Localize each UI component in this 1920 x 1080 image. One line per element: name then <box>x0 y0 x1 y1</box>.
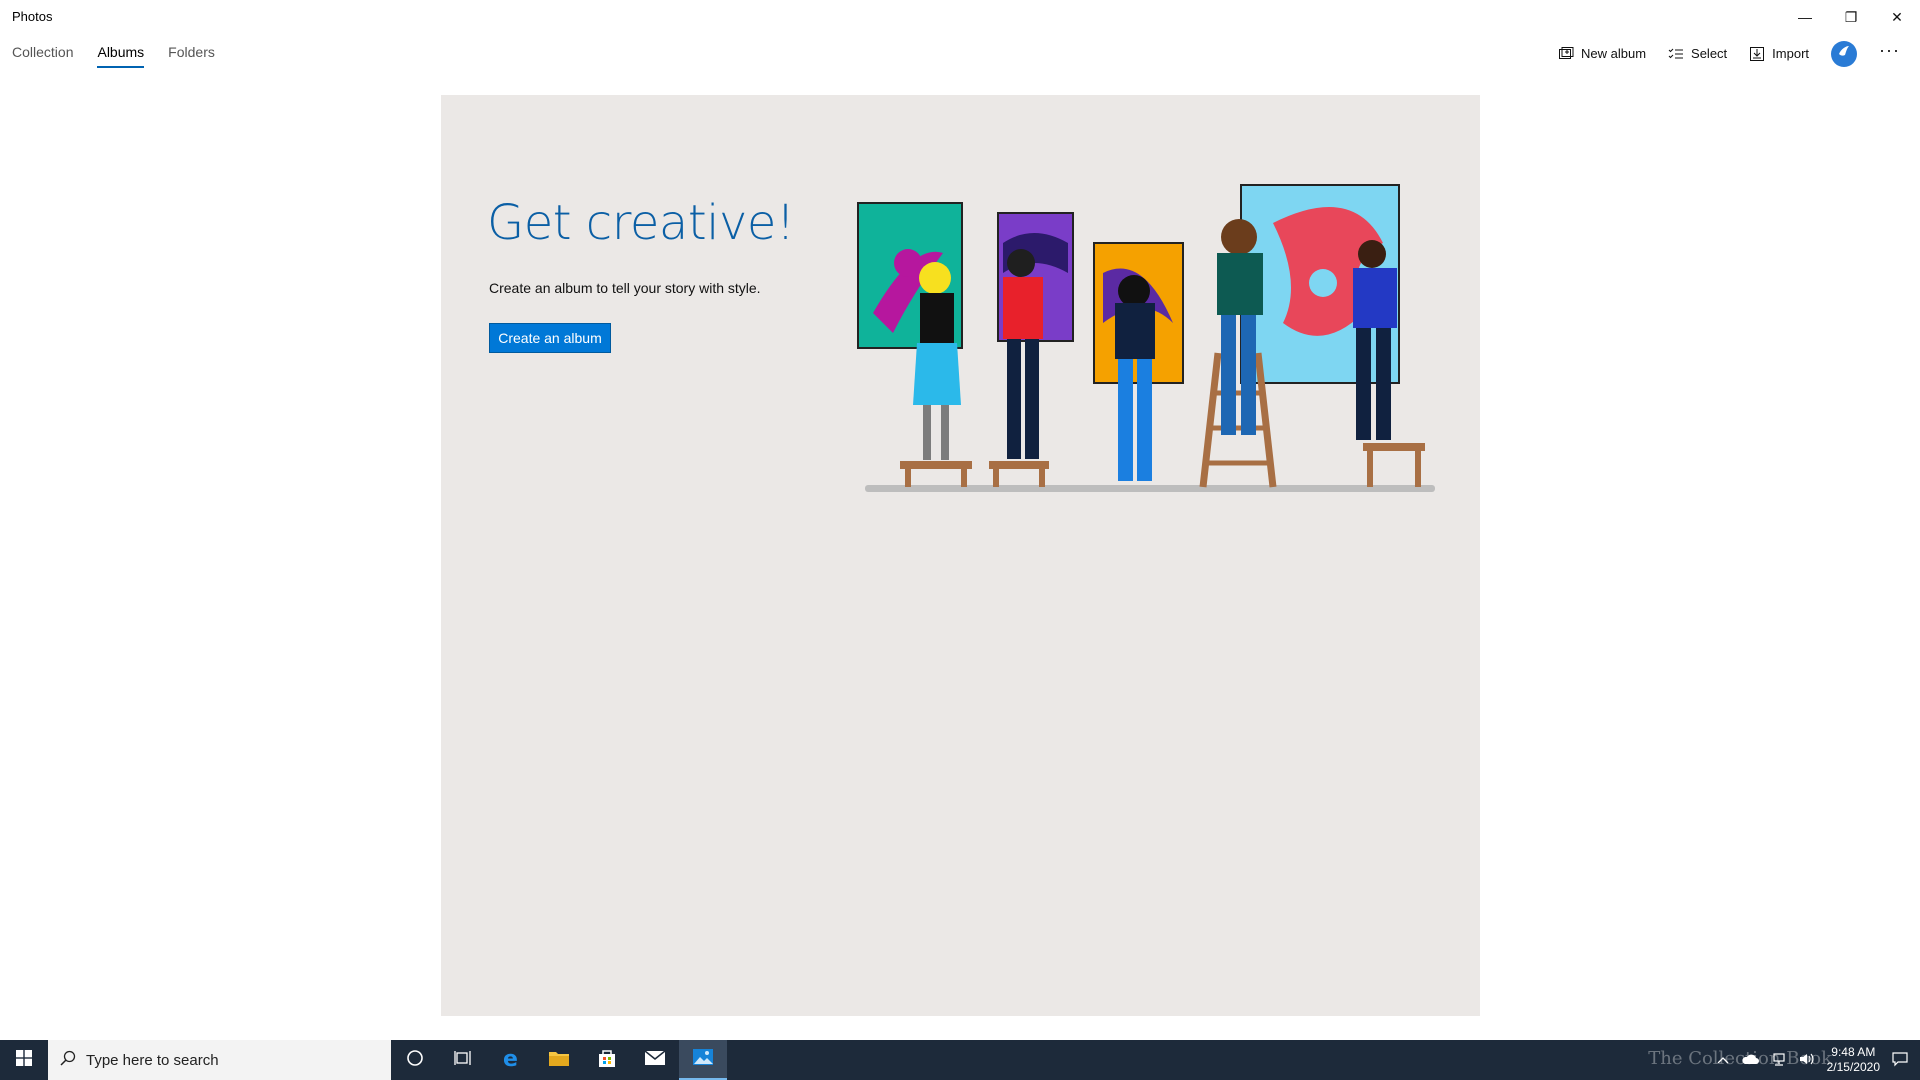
mail-envelope-icon <box>644 1049 666 1071</box>
import-button[interactable]: Import <box>1749 46 1809 62</box>
task-view-button[interactable] <box>439 1040 487 1080</box>
close-button[interactable]: ✕ <box>1874 0 1920 34</box>
toolbar: New album Select Import ··· <box>1558 40 1900 67</box>
title-bar: Photos — ❐ ✕ <box>0 0 1920 34</box>
minimize-button[interactable]: — <box>1782 0 1828 34</box>
chevron-up-icon[interactable] <box>1717 1053 1729 1068</box>
search-placeholder: Type here to search <box>86 1051 219 1069</box>
cortana-circle-icon <box>406 1049 424 1072</box>
photos-icon <box>692 1048 714 1071</box>
windows-logo-icon <box>16 1049 32 1071</box>
taskbar: Type here to search e The Collection Boo… <box>0 1040 1920 1080</box>
empty-state-headline: Get creative! <box>487 195 795 251</box>
system-tray: 9:48 AM 2/15/2020 <box>1717 1040 1920 1080</box>
account-icon <box>1836 43 1852 64</box>
store-button[interactable] <box>583 1040 631 1080</box>
file-explorer-button[interactable] <box>535 1040 583 1080</box>
cortana-button[interactable] <box>391 1040 439 1080</box>
taskbar-search-box[interactable]: Type here to search <box>48 1040 391 1080</box>
start-button[interactable] <box>0 1040 48 1080</box>
create-album-button[interactable]: Create an album <box>489 323 611 353</box>
tab-collection[interactable]: Collection <box>12 44 73 66</box>
task-view-icon <box>454 1049 472 1072</box>
import-label: Import <box>1772 46 1810 61</box>
artists-illustration <box>857 184 1435 492</box>
store-bag-icon <box>597 1048 617 1073</box>
clock-time: 9:48 AM <box>1831 1045 1876 1059</box>
edge-browser-button[interactable]: e <box>487 1040 535 1080</box>
new-album-label: New album <box>1581 46 1647 61</box>
new-album-icon <box>1558 46 1574 62</box>
view-tabs: Collection Albums Folders <box>12 44 215 68</box>
onedrive-cloud-icon[interactable] <box>1741 1053 1759 1068</box>
action-center-icon[interactable] <box>1892 1051 1908 1070</box>
window-controls: — ❐ ✕ <box>1782 0 1920 34</box>
photos-app-button[interactable] <box>679 1040 727 1080</box>
maximize-button[interactable]: ❐ <box>1828 0 1874 34</box>
more-options-button[interactable]: ··· <box>1879 40 1900 67</box>
folder-icon <box>548 1049 570 1072</box>
empty-state-description: Create an album to tell your story with … <box>489 280 761 296</box>
import-icon <box>1749 46 1765 62</box>
system-clock[interactable]: 9:48 AM 2/15/2020 <box>1827 1045 1880 1075</box>
svg-text:e: e <box>503 1047 518 1069</box>
edge-icon: e <box>500 1047 522 1074</box>
select-button[interactable]: Select <box>1668 46 1727 62</box>
volume-icon[interactable] <box>1799 1052 1815 1069</box>
albums-empty-state: Get creative! Create an album to tell yo… <box>441 95 1480 1016</box>
mail-button[interactable] <box>631 1040 679 1080</box>
account-avatar[interactable] <box>1831 40 1858 67</box>
checklist-icon <box>1668 46 1684 62</box>
tab-folders[interactable]: Folders <box>168 44 215 66</box>
tab-albums[interactable]: Albums <box>97 44 144 68</box>
search-icon <box>60 1050 76 1070</box>
network-icon[interactable] <box>1771 1052 1787 1069</box>
clock-date: 2/15/2020 <box>1826 1060 1880 1074</box>
select-label: Select <box>1691 46 1728 61</box>
new-album-button[interactable]: New album <box>1558 46 1646 62</box>
app-title: Photos <box>12 9 53 24</box>
